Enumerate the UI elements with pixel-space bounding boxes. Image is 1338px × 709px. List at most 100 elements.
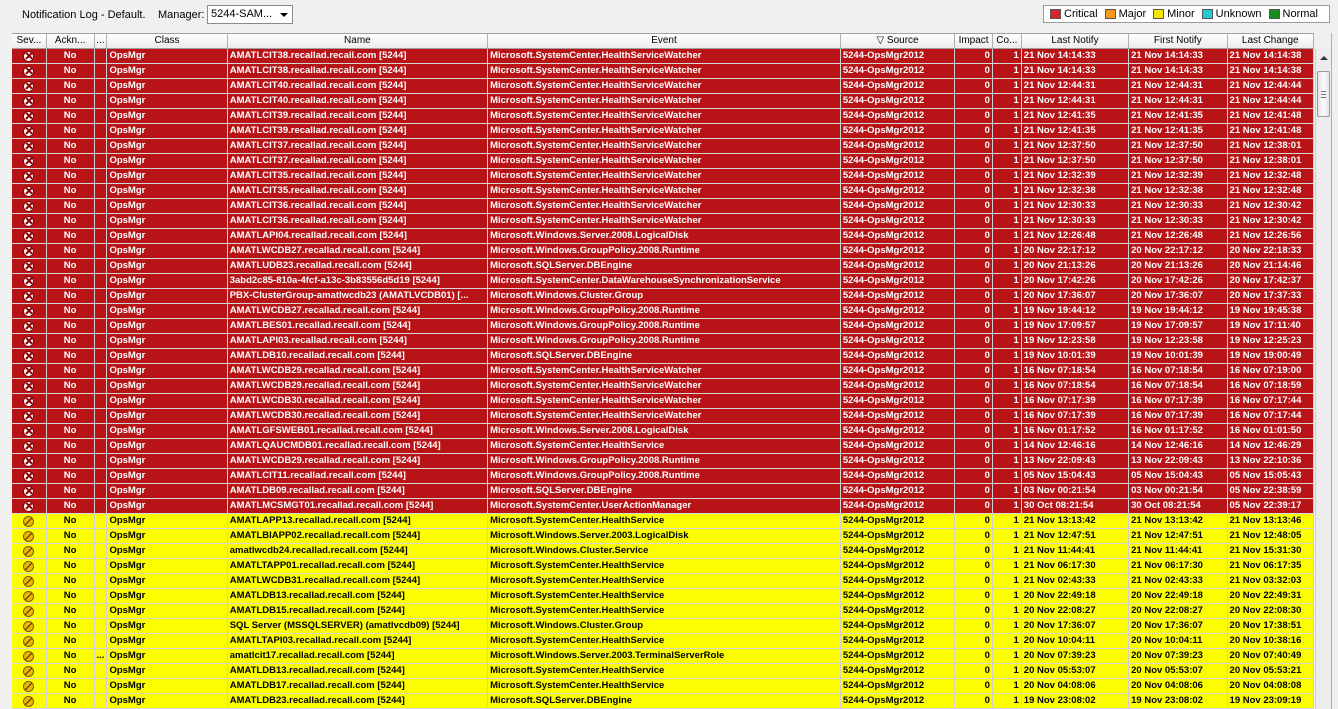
column-header-extra[interactable]: ... — [95, 34, 108, 48]
legend-label: Unknown — [1215, 8, 1262, 20]
table-row[interactable]: No OpsMgr AMATLAPI04.recallad.recall.com [… — [12, 229, 1314, 244]
table-row[interactable]: No OpsMgr AMATLMCSMGT01.recallad.recall.co… — [12, 499, 1314, 514]
legend-label: Critical — [1064, 8, 1098, 20]
cell-count: 1 — [993, 64, 1022, 78]
manager-dropdown[interactable]: 5244-SAM... — [207, 5, 293, 24]
cell-last-notify: 21 Nov 12:37:50 — [1022, 154, 1130, 168]
cell-extra — [95, 139, 108, 153]
cell-impact: 0 — [955, 634, 993, 648]
table-row[interactable]: No OpsMgr SQL Server (MSSQLSERVER) (amatlv… — [12, 619, 1314, 634]
table-row[interactable]: No... OpsMgr amatlcit17.recallad.recall.co… — [12, 649, 1314, 664]
column-header-impact[interactable]: Impact — [955, 34, 993, 48]
table-row[interactable]: No OpsMgr AMATLUDB23.recallad.recall.com [… — [12, 259, 1314, 274]
table-row[interactable]: No OpsMgr AMATLCIT39.recallad.recall.com [… — [12, 109, 1314, 124]
cell-name: AMATLWCDB31.recallad.recall.com [5244] — [228, 574, 489, 588]
column-header-class[interactable]: Class — [107, 34, 228, 48]
table-row[interactable]: No OpsMgr AMATLWCDB29.recallad.recall.com … — [12, 454, 1314, 469]
table-row[interactable]: No OpsMgr AMATLDB15.recallad.recall.com [5… — [12, 604, 1314, 619]
table-row[interactable]: No OpsMgr AMATLBIAPP02.recallad.recall.com… — [12, 529, 1314, 544]
column-header-ack[interactable]: Ackn... — [47, 34, 95, 48]
table-row[interactable]: No OpsMgr AMATLDB09.recallad.recall.com [5… — [12, 484, 1314, 499]
table-row[interactable]: No OpsMgr AMATLCIT36.recallad.recall.com [… — [12, 199, 1314, 214]
cell-name: AMATLTAPP01.recallad.recall.com [5244] — [228, 559, 489, 573]
cell-impact: 0 — [955, 214, 993, 228]
scroll-up-button[interactable] — [1316, 49, 1331, 66]
cell-source: 5244-OpsMgr2012 — [841, 559, 956, 573]
column-header-first-notify[interactable]: First Notify — [1129, 34, 1228, 48]
table-row[interactable]: No OpsMgr AMATLWCDB29.recallad.recall.com … — [12, 364, 1314, 379]
cell-event: Microsoft.SystemCenter.HealthServiceWatc… — [488, 49, 841, 63]
cell-severity — [12, 64, 47, 78]
column-header-source[interactable]: ▽ Source — [841, 34, 956, 48]
cell-severity — [12, 409, 47, 423]
cell-source: 5244-OpsMgr2012 — [841, 94, 956, 108]
cell-class: OpsMgr — [107, 349, 228, 363]
table-row[interactable]: No OpsMgr AMATLCIT37.recallad.recall.com [… — [12, 139, 1314, 154]
column-header-last-change[interactable]: Last Change — [1228, 34, 1314, 48]
table-row[interactable]: No OpsMgr AMATLWCDB30.recallad.recall.com … — [12, 394, 1314, 409]
cell-impact: 0 — [955, 289, 993, 303]
legend-item-normal: Normal — [1268, 8, 1318, 20]
table-row[interactable]: No OpsMgr AMATLCIT40.recallad.recall.com [… — [12, 79, 1314, 94]
table-row[interactable]: No OpsMgr AMATLCIT39.recallad.recall.com [… — [12, 124, 1314, 139]
column-header-name[interactable]: Name — [228, 34, 489, 48]
scroll-thumb[interactable] — [1317, 71, 1330, 117]
cell-class: OpsMgr — [107, 199, 228, 213]
table-row[interactable]: No OpsMgr AMATLGFSWEB01.recallad.recall.co… — [12, 424, 1314, 439]
table-row[interactable]: No OpsMgr AMATLDB23.recallad.recall.com [5… — [12, 694, 1314, 709]
table-row[interactable]: No OpsMgr AMATLWCDB31.recallad.recall.com … — [12, 574, 1314, 589]
table-row[interactable]: No OpsMgr AMATLCIT36.recallad.recall.com [… — [12, 214, 1314, 229]
table-row[interactable]: No OpsMgr AMATLCIT35.recallad.recall.com [… — [12, 184, 1314, 199]
cell-severity — [12, 664, 47, 678]
cell-last-notify: 21 Nov 11:44:41 — [1022, 544, 1130, 558]
column-header-severity[interactable]: Sev... — [12, 34, 47, 48]
table-row[interactable]: No OpsMgr AMATLDB13.recallad.recall.com [5… — [12, 664, 1314, 679]
table-row[interactable]: No OpsMgr AMATLCIT38.recallad.recall.com [… — [12, 49, 1314, 64]
table-row[interactable]: No OpsMgr AMATLWCDB30.recallad.recall.com … — [12, 409, 1314, 424]
table-row[interactable]: No OpsMgr PBX-ClusterGroup-amatlwcdb23 (AM… — [12, 289, 1314, 304]
cell-name: AMATLCIT39.recallad.recall.com [5244] — [228, 124, 489, 138]
table-row[interactable]: No OpsMgr AMATLDB13.recallad.recall.com [5… — [12, 589, 1314, 604]
table-row[interactable]: No OpsMgr AMATLCIT35.recallad.recall.com [… — [12, 169, 1314, 184]
table-row[interactable]: No OpsMgr AMATLTAPP01.recallad.recall.com … — [12, 559, 1314, 574]
table-row[interactable]: No OpsMgr AMATLCIT11.recallad.recall.com [… — [12, 469, 1314, 484]
cell-last-notify: 21 Nov 12:30:33 — [1022, 199, 1130, 213]
column-header-event[interactable]: Event — [488, 34, 841, 48]
cell-last-change: 20 Nov 17:38:51 — [1228, 619, 1314, 633]
cell-ack: No — [47, 619, 95, 633]
cell-last-notify: 20 Nov 04:08:06 — [1022, 679, 1130, 693]
table-row[interactable]: No OpsMgr AMATLCIT38.recallad.recall.com [… — [12, 64, 1314, 79]
cell-impact: 0 — [955, 439, 993, 453]
cell-last-notify: 21 Nov 14:14:33 — [1022, 49, 1130, 63]
table-row[interactable]: No OpsMgr AMATLWCDB27.recallad.recall.com … — [12, 244, 1314, 259]
cell-extra — [95, 439, 108, 453]
table-row[interactable]: No OpsMgr amatlwcdb24.recallad.recall.com … — [12, 544, 1314, 559]
table-row[interactable]: No OpsMgr AMATLDB17.recallad.recall.com [5… — [12, 679, 1314, 694]
table-row[interactable]: No OpsMgr AMATLTAPI03.recallad.recall.com … — [12, 634, 1314, 649]
table-row[interactable]: No OpsMgr AMATLBES01.recallad.recall.com [… — [12, 319, 1314, 334]
table-row[interactable]: No OpsMgr AMATLCIT37.recallad.recall.com [… — [12, 154, 1314, 169]
cell-ack: No — [47, 304, 95, 318]
table-row[interactable]: No OpsMgr AMATLWCDB27.recallad.recall.com … — [12, 304, 1314, 319]
grip-line — [1321, 91, 1326, 92]
cell-count: 1 — [993, 589, 1022, 603]
cell-ack: No — [47, 424, 95, 438]
cell-event: Microsoft.SystemCenter.HealthServiceWatc… — [488, 394, 841, 408]
table-row[interactable]: No OpsMgr AMATLAPP13.recallad.recall.com [… — [12, 514, 1314, 529]
cell-ack: No — [47, 439, 95, 453]
cell-last-notify: 21 Nov 12:30:33 — [1022, 214, 1130, 228]
legend-swatch — [1050, 9, 1061, 19]
table-row[interactable]: No OpsMgr AMATLQAUCMDB01.recallad.recall.c… — [12, 439, 1314, 454]
cell-name: AMATLDB15.recallad.recall.com [5244] — [228, 604, 489, 618]
column-header-last-notify[interactable]: Last Notify — [1022, 34, 1130, 48]
table-row[interactable]: No OpsMgr AMATLDB10.recallad.recall.com [5… — [12, 349, 1314, 364]
table-row[interactable]: No OpsMgr AMATLCIT40.recallad.recall.com [… — [12, 94, 1314, 109]
cell-source: 5244-OpsMgr2012 — [841, 454, 956, 468]
table-row[interactable]: No OpsMgr AMATLAPI03.recallad.recall.com [… — [12, 334, 1314, 349]
critical-error-icon — [23, 395, 35, 407]
cell-extra — [95, 124, 108, 138]
column-header-count[interactable]: Co... — [993, 34, 1022, 48]
table-row[interactable]: No OpsMgr 3abd2c85-810a-4fcf-a13c-3b83556d… — [12, 274, 1314, 289]
table-row[interactable]: No OpsMgr AMATLWCDB29.recallad.recall.com … — [12, 379, 1314, 394]
vertical-scrollbar[interactable] — [1315, 49, 1331, 709]
